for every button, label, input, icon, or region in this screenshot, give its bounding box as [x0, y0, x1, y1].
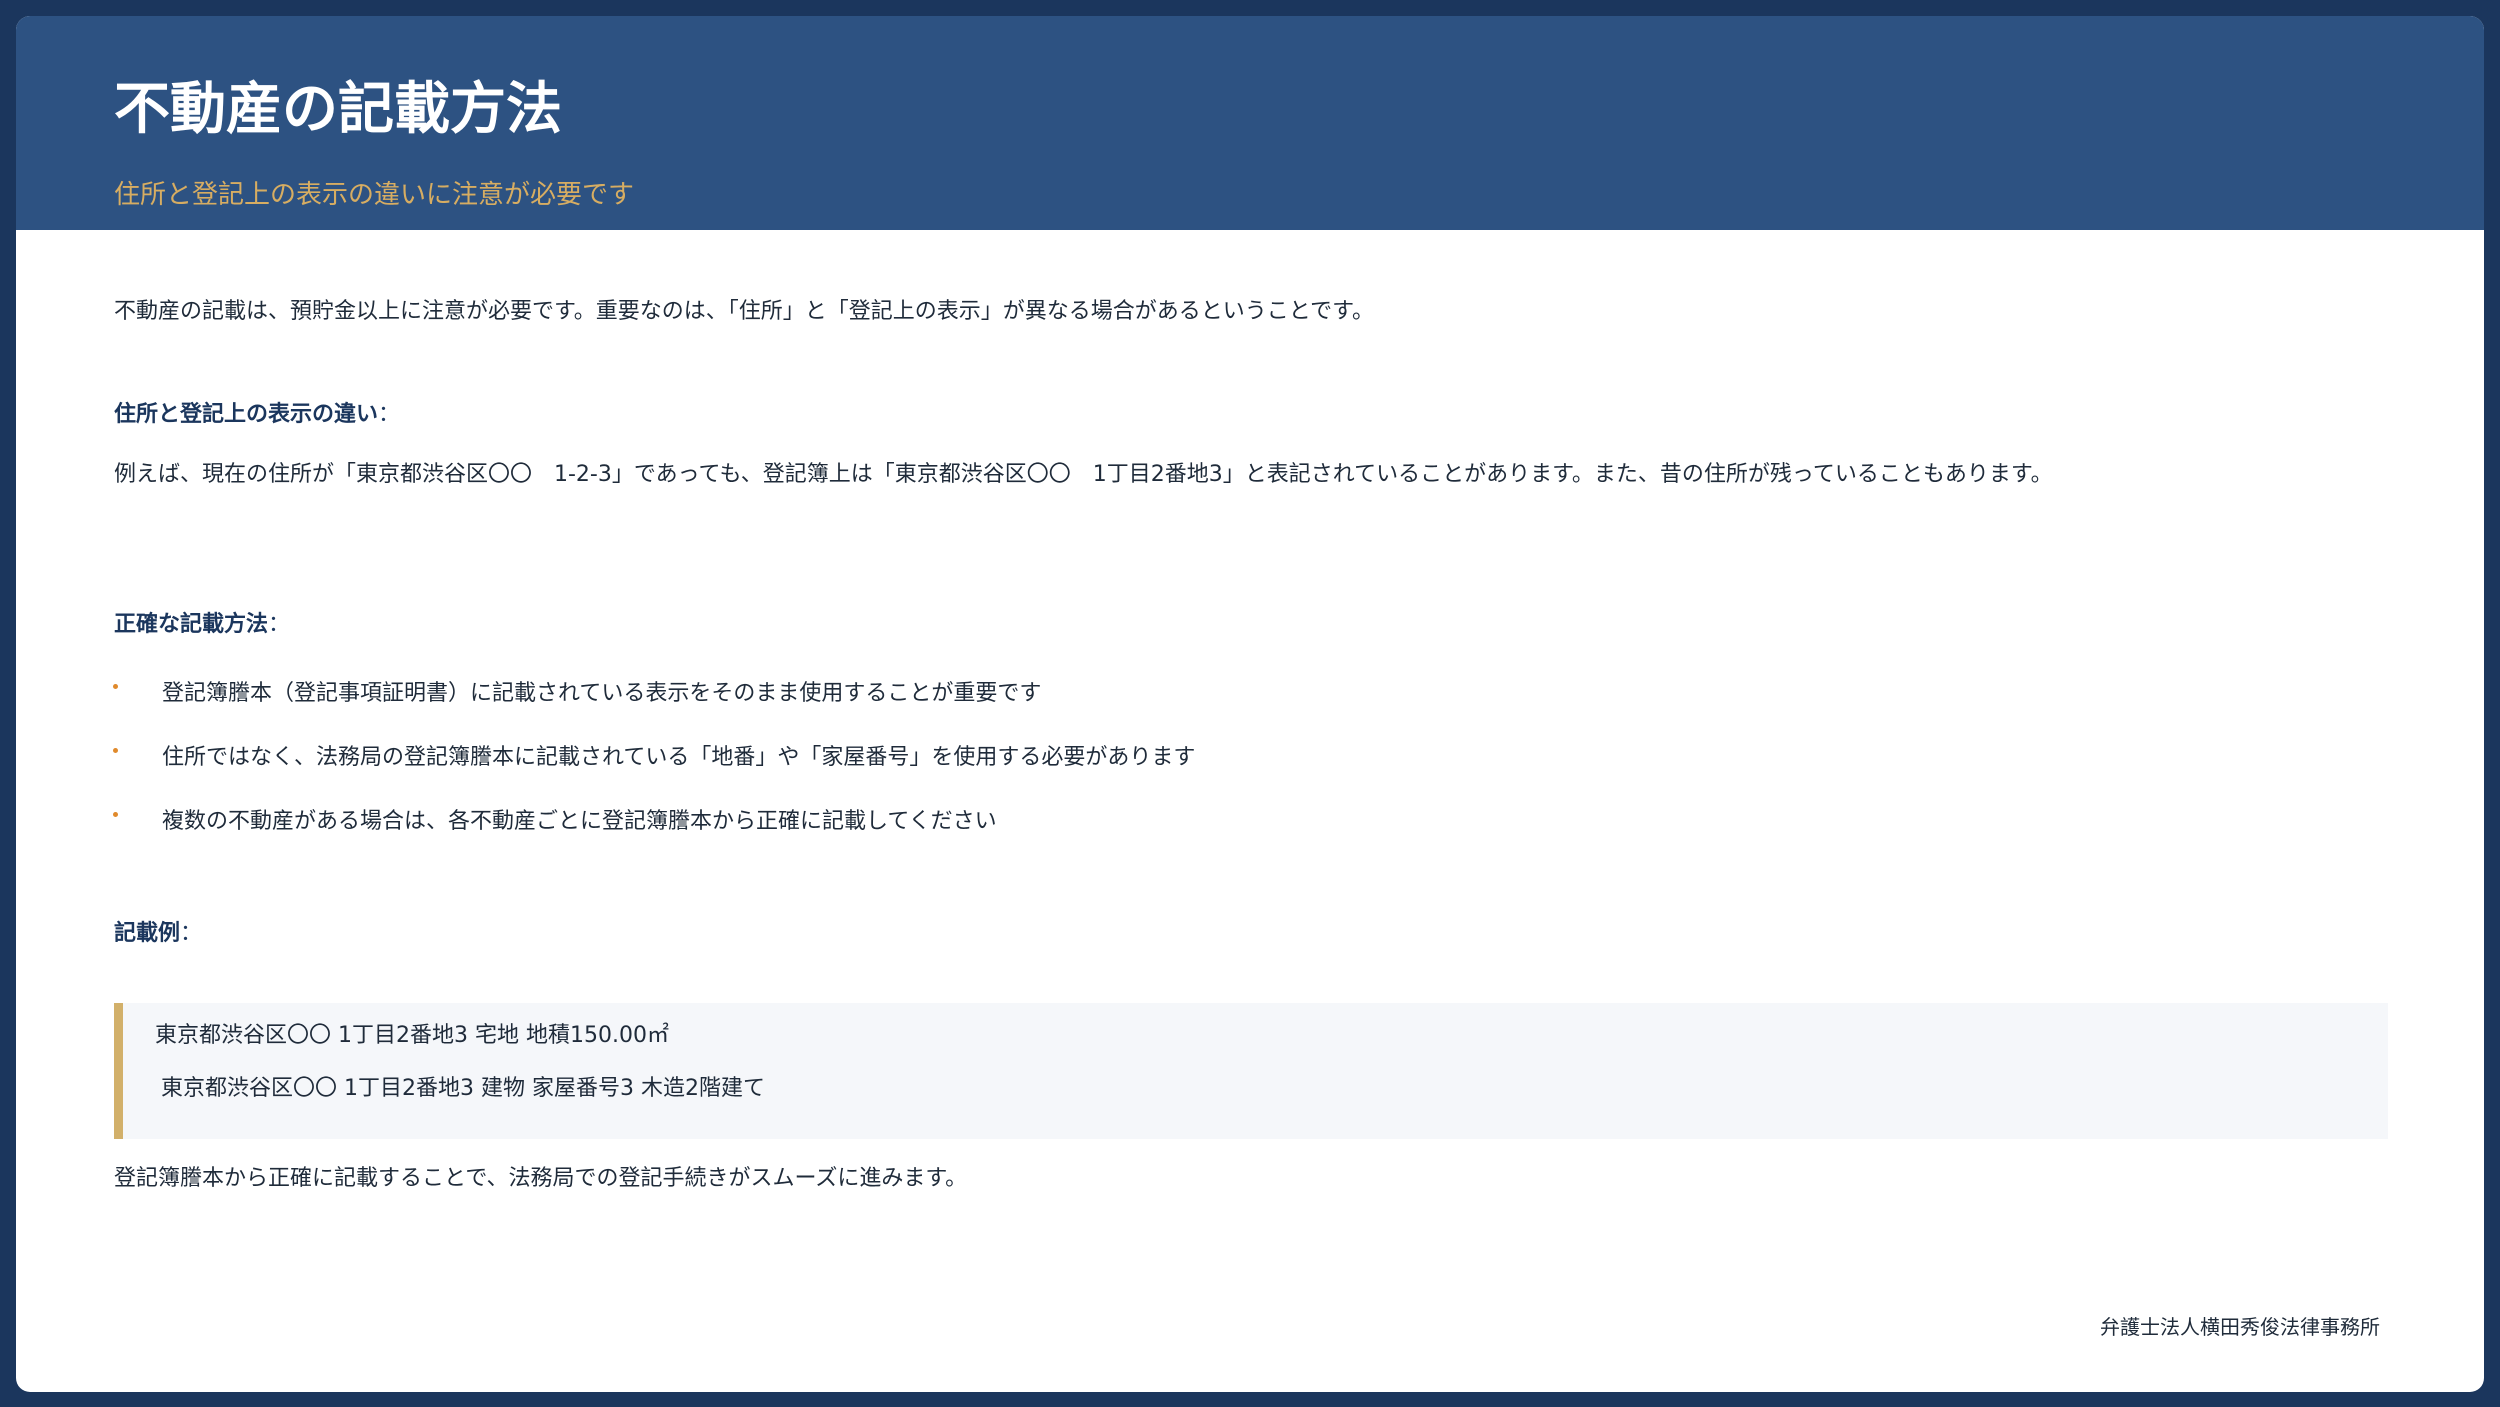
list-item: 住所ではなく、法務局の登記簿謄本に記載されている「地番」や「家屋番号」を使用する…: [162, 745, 1196, 770]
example-line-land: 東京都渋谷区〇〇 1丁目2番地3 宅地 地積150.00㎡: [155, 1023, 669, 1048]
page-title: 不動産の記載方法: [114, 77, 562, 142]
slide-frame: 不動産の記載方法 住所と登記上の表示の違いに注意が必要です 不動産の記載は、預貯…: [0, 0, 2500, 1407]
bullet-icon: [113, 812, 118, 817]
example-heading-label: 記載例: [114, 921, 181, 946]
intro-paragraph: 不動産の記載は、預貯金以上に注意が必要です。重要なのは、「住所」と「登記上の表示…: [114, 299, 1374, 324]
difference-heading-colon: ：: [378, 402, 401, 427]
example-heading-colon: ：: [180, 921, 203, 946]
slide: 不動産の記載方法 住所と登記上の表示の違いに注意が必要です 不動産の記載は、預貯…: [16, 16, 2484, 1392]
example-box: 東京都渋谷区〇〇 1丁目2番地3 宅地 地積150.00㎡ 東京都渋谷区〇〇 1…: [114, 1003, 2388, 1139]
method-heading-colon: ：: [268, 612, 291, 637]
difference-heading: 住所と登記上の表示の違い：: [114, 401, 400, 430]
method-heading: 正確な記載方法：: [114, 611, 290, 640]
closing-paragraph: 登記簿謄本から正確に記載することで、法務局での登記手続きがスムーズに進みます。: [114, 1166, 968, 1191]
difference-heading-label: 住所と登記上の表示の違い: [114, 402, 379, 427]
header-banner: 不動産の記載方法 住所と登記上の表示の違いに注意が必要です: [16, 16, 2484, 230]
list-item: 複数の不動産がある場合は、各不動産ごとに登記簿謄本から正確に記載してください: [162, 809, 997, 834]
firm-name: 弁護士法人横田秀俊法律事務所: [2100, 1315, 2380, 1339]
example-heading: 記載例：: [114, 920, 202, 949]
method-heading-label: 正確な記載方法: [114, 612, 269, 637]
difference-paragraph: 例えば、現在の住所が「東京都渋谷区〇〇 1-2-3」であっても、登記簿上は「東京…: [114, 462, 2053, 487]
list-item: 登記簿謄本（登記事項証明書）に記載されている表示をそのまま使用することが重要です: [162, 681, 1042, 706]
page-subtitle: 住所と登記上の表示の違いに注意が必要です: [114, 180, 635, 210]
example-line-building: 東京都渋谷区〇〇 1丁目2番地3 建物 家屋番号3 木造2階建て: [161, 1076, 765, 1101]
bullet-icon: [113, 684, 118, 689]
bullet-icon: [113, 748, 118, 753]
